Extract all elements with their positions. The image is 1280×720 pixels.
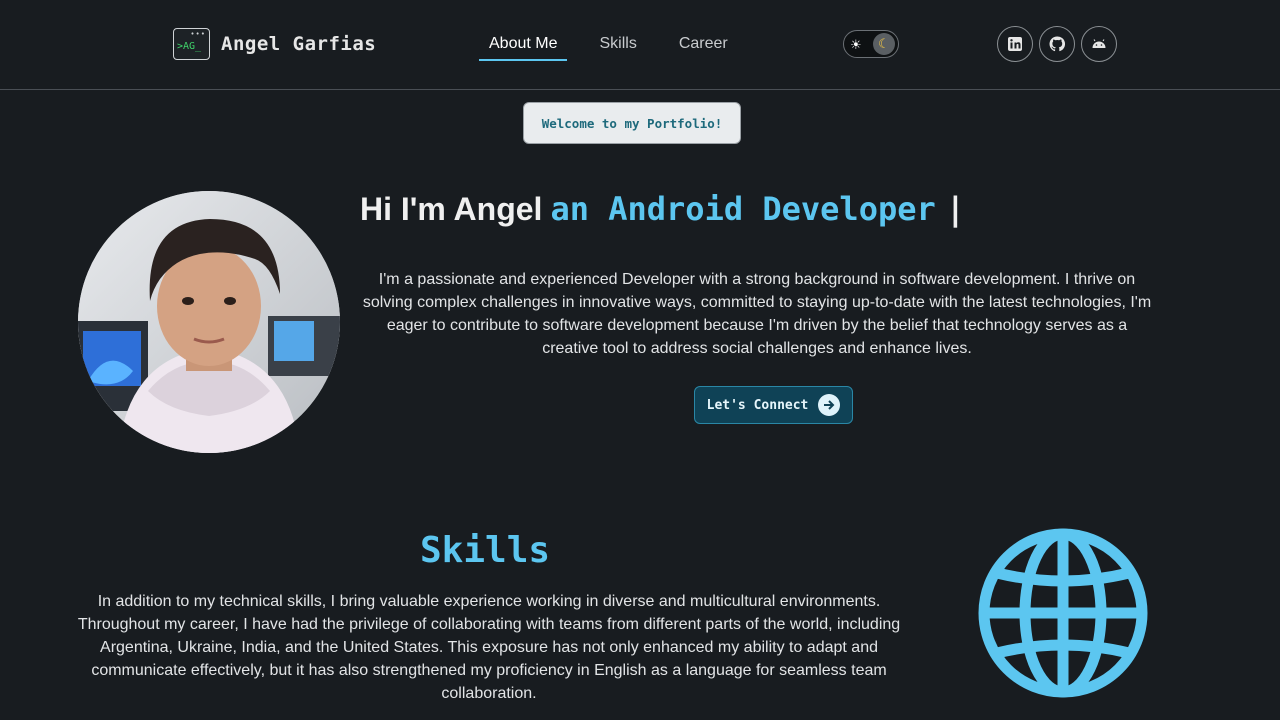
brand-name: Angel Garfias [221, 33, 377, 55]
window-dots: ••• [190, 30, 206, 38]
skills-description: In addition to my technical skills, I br… [77, 593, 901, 702]
navbar: ••• >AG_ Angel Garfias About Me Skills C… [0, 0, 1280, 90]
arrow-right-icon [818, 394, 841, 416]
lets-connect-button[interactable]: Let's Connect [694, 386, 853, 424]
welcome-badge: Welcome to my Portfolio! [523, 102, 741, 144]
theme-toggle[interactable]: ☀ ☾ [843, 30, 899, 58]
profile-photo [78, 191, 340, 453]
hero-greeting: Hi I'm Angel [360, 191, 543, 227]
nav-link-about-me[interactable]: About Me [479, 33, 568, 61]
hero-description: I'm a passionate and experienced Develop… [362, 271, 1152, 357]
github-button[interactable] [1039, 26, 1075, 62]
brand[interactable]: ••• >AG_ Angel Garfias [173, 28, 376, 60]
sun-icon: ☀ [850, 36, 862, 52]
globe-icon [977, 527, 1149, 699]
nav-links: About Me Skills Career [479, 33, 760, 61]
nav-link-career[interactable]: Career [669, 33, 738, 59]
profile-portrait [78, 191, 340, 453]
portfolio-page: ••• >AG_ Angel Garfias About Me Skills C… [0, 0, 1280, 720]
skills-title: Skills [420, 530, 551, 571]
nav-link-skills[interactable]: Skills [589, 33, 646, 59]
social-links [997, 26, 1117, 62]
hero-heading: Hi I'm Angel an Android Developer | [360, 190, 965, 228]
github-icon [1049, 36, 1065, 52]
linkedin-button[interactable] [997, 26, 1033, 62]
android-icon [1092, 39, 1106, 48]
moon-icon: ☾ [873, 33, 895, 55]
linkedin-icon [1008, 37, 1022, 51]
lets-connect-label: Let's Connect [706, 397, 809, 413]
logo-text: >AG_ [177, 41, 202, 52]
android-button[interactable] [1081, 26, 1117, 62]
terminal-logo-icon: ••• >AG_ [173, 28, 210, 60]
typing-cursor: | [945, 190, 966, 228]
hero-role: an Android Developer [550, 190, 936, 228]
